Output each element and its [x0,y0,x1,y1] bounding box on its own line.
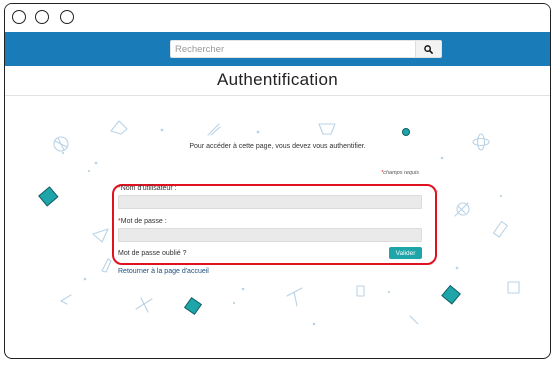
telescope-icon [286,287,303,307]
page-heading-band: Authentification [5,66,550,96]
plane-icon [135,297,153,313]
window-titlebar [5,4,550,31]
forgot-password-link[interactable]: Mot de passe oublié ? [118,250,187,257]
search-input[interactable] [171,41,415,57]
browser-window: Authentification [4,3,551,359]
window-maximize-button[interactable] [60,10,74,24]
book-icon [318,123,336,135]
map-icon [183,296,203,316]
usb-icon [492,220,508,238]
flask-icon [356,285,365,297]
password-label-text: Mot de passe : [120,218,167,225]
chalkboard-icon [38,186,59,207]
bird-icon [110,120,128,135]
password-label: *Mot de passe : [118,218,167,225]
puzzle-icon [507,281,520,294]
tablet-icon [441,284,461,305]
page-title: Authentification [216,70,339,89]
ruler-icon [454,202,470,217]
username-field[interactable] [118,195,422,209]
pen-icon [207,123,221,136]
back-to-home-link[interactable]: Retourner à la page d'accueil [118,268,209,275]
chemistry-icon [402,128,410,136]
search-box [170,40,442,58]
intro-text: Pour accéder à cette page, vous devez vo… [189,143,366,150]
submit-button[interactable]: Valider [389,247,422,259]
password-field[interactable] [118,228,422,242]
required-note-text: champs requis [383,170,419,176]
window-close-button[interactable] [12,10,26,24]
pencil-icon [409,315,419,325]
arrow-icon [60,294,72,305]
microscope-icon [101,258,112,273]
username-label-text: Nom d'utilisateur : [120,185,177,192]
paper-plane-icon [92,228,109,243]
top-navigation-bar [5,32,550,66]
search-icon [424,44,433,54]
search-button[interactable] [415,41,441,57]
window-minimize-button[interactable] [35,10,49,24]
username-label: *Nom d'utilisateur : [118,185,177,192]
required-fields-note: *champs requis [381,170,419,176]
